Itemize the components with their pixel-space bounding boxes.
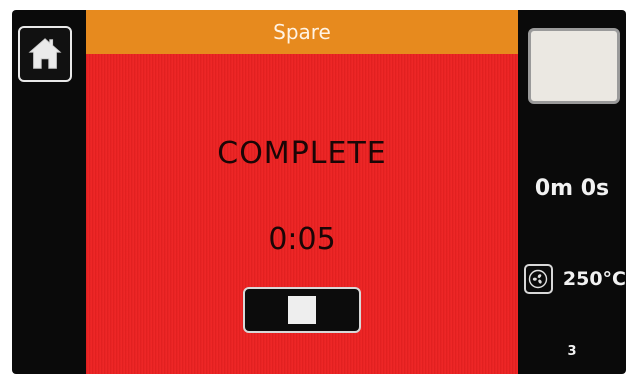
stop-button[interactable] bbox=[243, 287, 361, 333]
program-title: Spare bbox=[273, 20, 331, 44]
page-number: 3 bbox=[567, 344, 577, 359]
device-bezel: Spare COMPLETE 0:05 0m 0s 250°C 3 bbox=[0, 0, 633, 376]
home-button[interactable] bbox=[18, 26, 72, 82]
status-text: COMPLETE bbox=[217, 136, 387, 171]
temperature-row: 250°C bbox=[524, 262, 626, 296]
timer-display: 0:05 bbox=[268, 222, 336, 257]
title-bar: Spare bbox=[86, 10, 518, 54]
fan-icon bbox=[524, 264, 553, 294]
touch-screen: Spare COMPLETE 0:05 0m 0s 250°C 3 bbox=[12, 10, 626, 374]
stop-icon bbox=[288, 296, 316, 324]
home-icon bbox=[28, 38, 62, 69]
elapsed-time: 0m 0s bbox=[534, 176, 610, 201]
status-panel: Spare COMPLETE 0:05 bbox=[86, 10, 518, 374]
item-thumbnail[interactable] bbox=[528, 28, 620, 104]
temperature-value: 250°C bbox=[562, 268, 626, 290]
